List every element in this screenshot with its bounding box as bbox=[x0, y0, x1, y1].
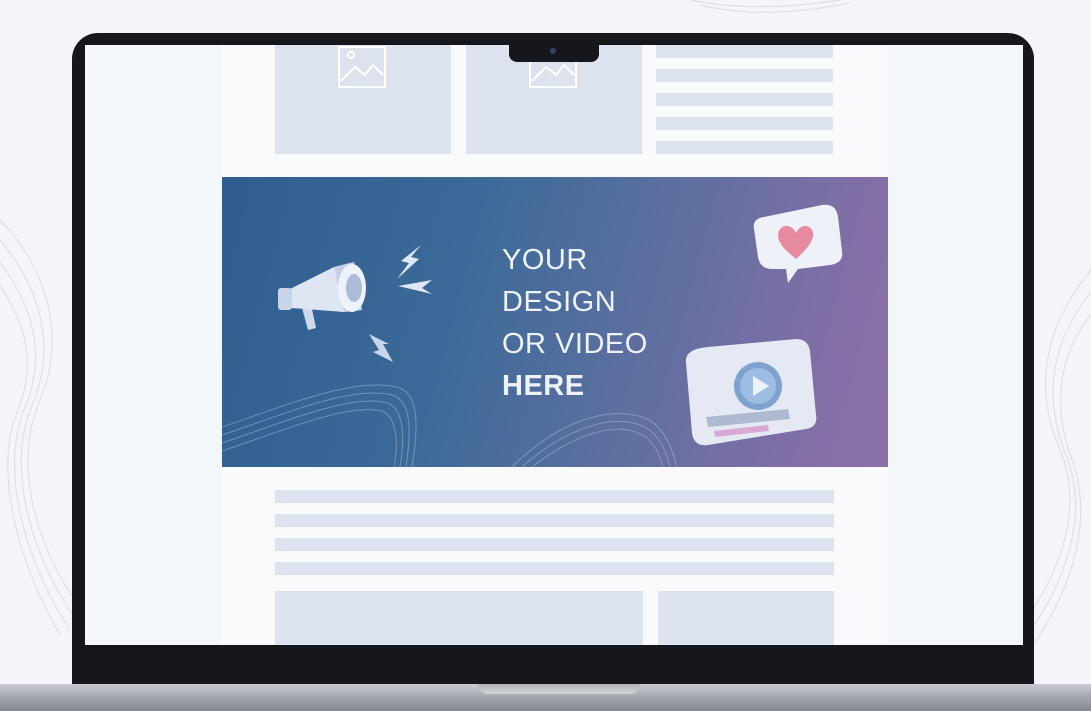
webcam-icon bbox=[550, 48, 556, 54]
banner-line-4: HERE bbox=[502, 370, 585, 402]
play-icon[interactable] bbox=[732, 360, 784, 412]
text-placeholder-line bbox=[275, 514, 834, 527]
content-placeholder-block bbox=[275, 591, 643, 645]
laptop-base bbox=[0, 684, 1091, 711]
text-placeholder-line bbox=[656, 117, 833, 130]
laptop-screen: YOUR DESIGN OR VIDEO HERE bbox=[85, 45, 1023, 645]
text-placeholder-line bbox=[656, 45, 833, 58]
bottom-bezel bbox=[72, 645, 1034, 685]
hero-banner[interactable]: YOUR DESIGN OR VIDEO HERE bbox=[222, 177, 888, 467]
text-placeholder-line bbox=[656, 93, 833, 106]
banner-line-1: YOUR bbox=[502, 244, 588, 276]
content-placeholder-block bbox=[658, 591, 834, 645]
text-placeholder-line bbox=[275, 562, 834, 575]
lightning-icon bbox=[397, 245, 421, 279]
lightning-icon bbox=[369, 334, 393, 362]
lightning-icon bbox=[398, 280, 432, 294]
megaphone-icon bbox=[278, 262, 366, 330]
text-placeholder-line bbox=[656, 141, 833, 154]
banner-headline: YOUR DESIGN OR VIDEO HERE bbox=[502, 239, 648, 407]
text-placeholder-line bbox=[275, 538, 834, 551]
text-placeholder-line bbox=[656, 69, 833, 82]
banner-line-2: DESIGN bbox=[502, 286, 617, 318]
text-placeholder-line bbox=[275, 490, 834, 503]
lid-opening-notch bbox=[478, 684, 640, 694]
camera-notch bbox=[509, 40, 599, 62]
banner-line-3: OR VIDEO bbox=[502, 328, 648, 360]
image-placeholder bbox=[275, 45, 451, 154]
heart-speech-bubble-icon bbox=[753, 204, 843, 283]
image-placeholder-icon bbox=[338, 46, 386, 88]
